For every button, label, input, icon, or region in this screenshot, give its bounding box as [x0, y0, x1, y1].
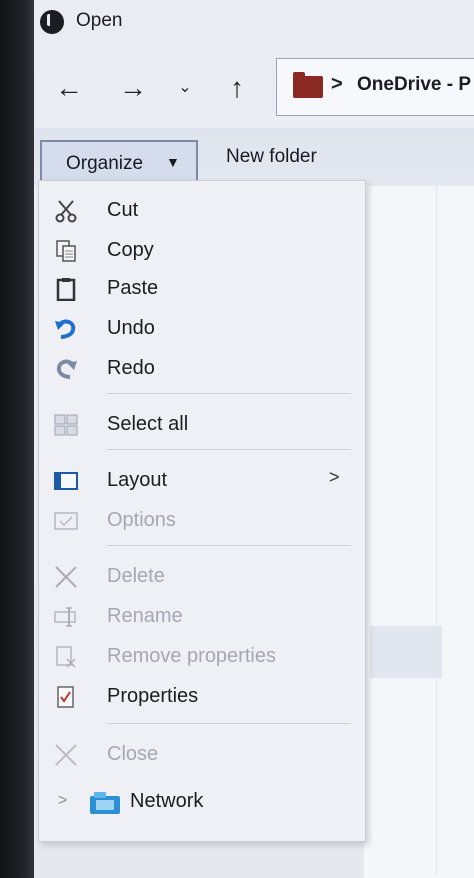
menu-item-delete: Delete — [39, 559, 365, 595]
menu-label-select-all: Select all — [107, 413, 189, 435]
open-dialog: Open ← → ⌄ ↑ > OneDrive - P Organize ▼ N… — [34, 0, 474, 878]
delete-icon — [55, 566, 77, 588]
folder-icon — [293, 72, 323, 98]
forward-button[interactable]: → — [116, 72, 150, 104]
select-all-icon — [54, 414, 78, 436]
organize-label: Organize — [66, 153, 144, 174]
rename-icon — [54, 607, 76, 627]
menu-item-remove-properties: Remove properties — [39, 639, 365, 675]
menu-separator — [107, 449, 351, 450]
menu-item-select-all[interactable]: Select all — [39, 407, 365, 443]
menu-label-close: Close — [107, 743, 159, 765]
address-chevron[interactable]: > — [331, 73, 343, 96]
menu-label-redo: Redo — [107, 357, 155, 379]
menu-label-copy: Copy — [107, 239, 154, 261]
layout-icon — [54, 472, 78, 490]
window-title: Open — [76, 10, 123, 31]
submenu-arrow-icon: > — [329, 467, 340, 487]
menu-label-cut: Cut — [107, 199, 139, 221]
menu-item-properties[interactable]: Properties — [39, 679, 365, 715]
options-icon — [54, 512, 78, 530]
file-list-pane — [364, 186, 474, 878]
close-icon — [55, 744, 77, 766]
scissors-icon — [55, 200, 77, 223]
redo-icon — [56, 359, 77, 379]
menu-item-layout[interactable]: Layout > — [39, 463, 365, 499]
app-icon — [40, 10, 64, 34]
column-divider — [436, 186, 437, 876]
menu-label-paste: Paste — [107, 277, 159, 299]
file-item-highlight[interactable] — [370, 626, 442, 678]
sidebar-item-network[interactable]: > Network — [48, 786, 348, 820]
title-bar: Open — [34, 0, 474, 44]
network-icon — [90, 792, 120, 814]
paste-icon — [56, 278, 76, 301]
command-bar: Organize ▼ New folder — [34, 128, 474, 186]
menu-item-redo[interactable]: Redo — [39, 351, 365, 387]
menu-item-undo[interactable]: Undo — [39, 311, 365, 347]
screen-bezel — [0, 0, 38, 878]
menu-label-rename: Rename — [107, 605, 183, 627]
address-path[interactable]: OneDrive - P — [357, 74, 471, 96]
menu-separator — [107, 545, 351, 546]
menu-item-options: Options — [39, 503, 365, 539]
menu-label-delete: Delete — [107, 565, 165, 587]
up-button[interactable]: ↑ — [220, 72, 254, 104]
organize-menu: Cut Copy Paste Undo Redo Select all Layo… — [38, 180, 366, 842]
menu-item-close: Close — [39, 737, 365, 773]
menu-item-rename: Rename — [39, 599, 365, 635]
new-folder-button[interactable]: New folder — [226, 146, 317, 168]
menu-item-paste[interactable]: Paste — [39, 271, 365, 307]
remove-properties-icon — [56, 646, 76, 668]
menu-label-undo: Undo — [107, 317, 155, 339]
menu-item-copy[interactable]: Copy — [39, 233, 365, 269]
menu-item-cut[interactable]: Cut — [39, 193, 365, 229]
caret-down-icon: ▼ — [166, 154, 180, 170]
network-label: Network — [130, 790, 204, 812]
menu-label-remove-properties: Remove properties — [107, 645, 276, 667]
navigation-bar: ← → ⌄ ↑ > OneDrive - P — [34, 50, 474, 122]
back-button[interactable]: ← — [52, 72, 86, 104]
chevron-right-icon[interactable]: > — [58, 792, 67, 810]
properties-icon — [57, 686, 74, 708]
menu-separator — [107, 393, 351, 394]
menu-separator — [107, 723, 351, 724]
organize-button[interactable]: Organize ▼ — [40, 140, 198, 184]
menu-label-properties: Properties — [107, 685, 199, 707]
copy-icon — [56, 240, 76, 262]
undo-icon — [55, 319, 76, 339]
address-bar[interactable]: > OneDrive - P — [276, 58, 474, 116]
menu-label-options: Options — [107, 509, 176, 531]
menu-label-layout: Layout — [107, 469, 168, 491]
recent-locations-button[interactable]: ⌄ — [168, 72, 202, 104]
